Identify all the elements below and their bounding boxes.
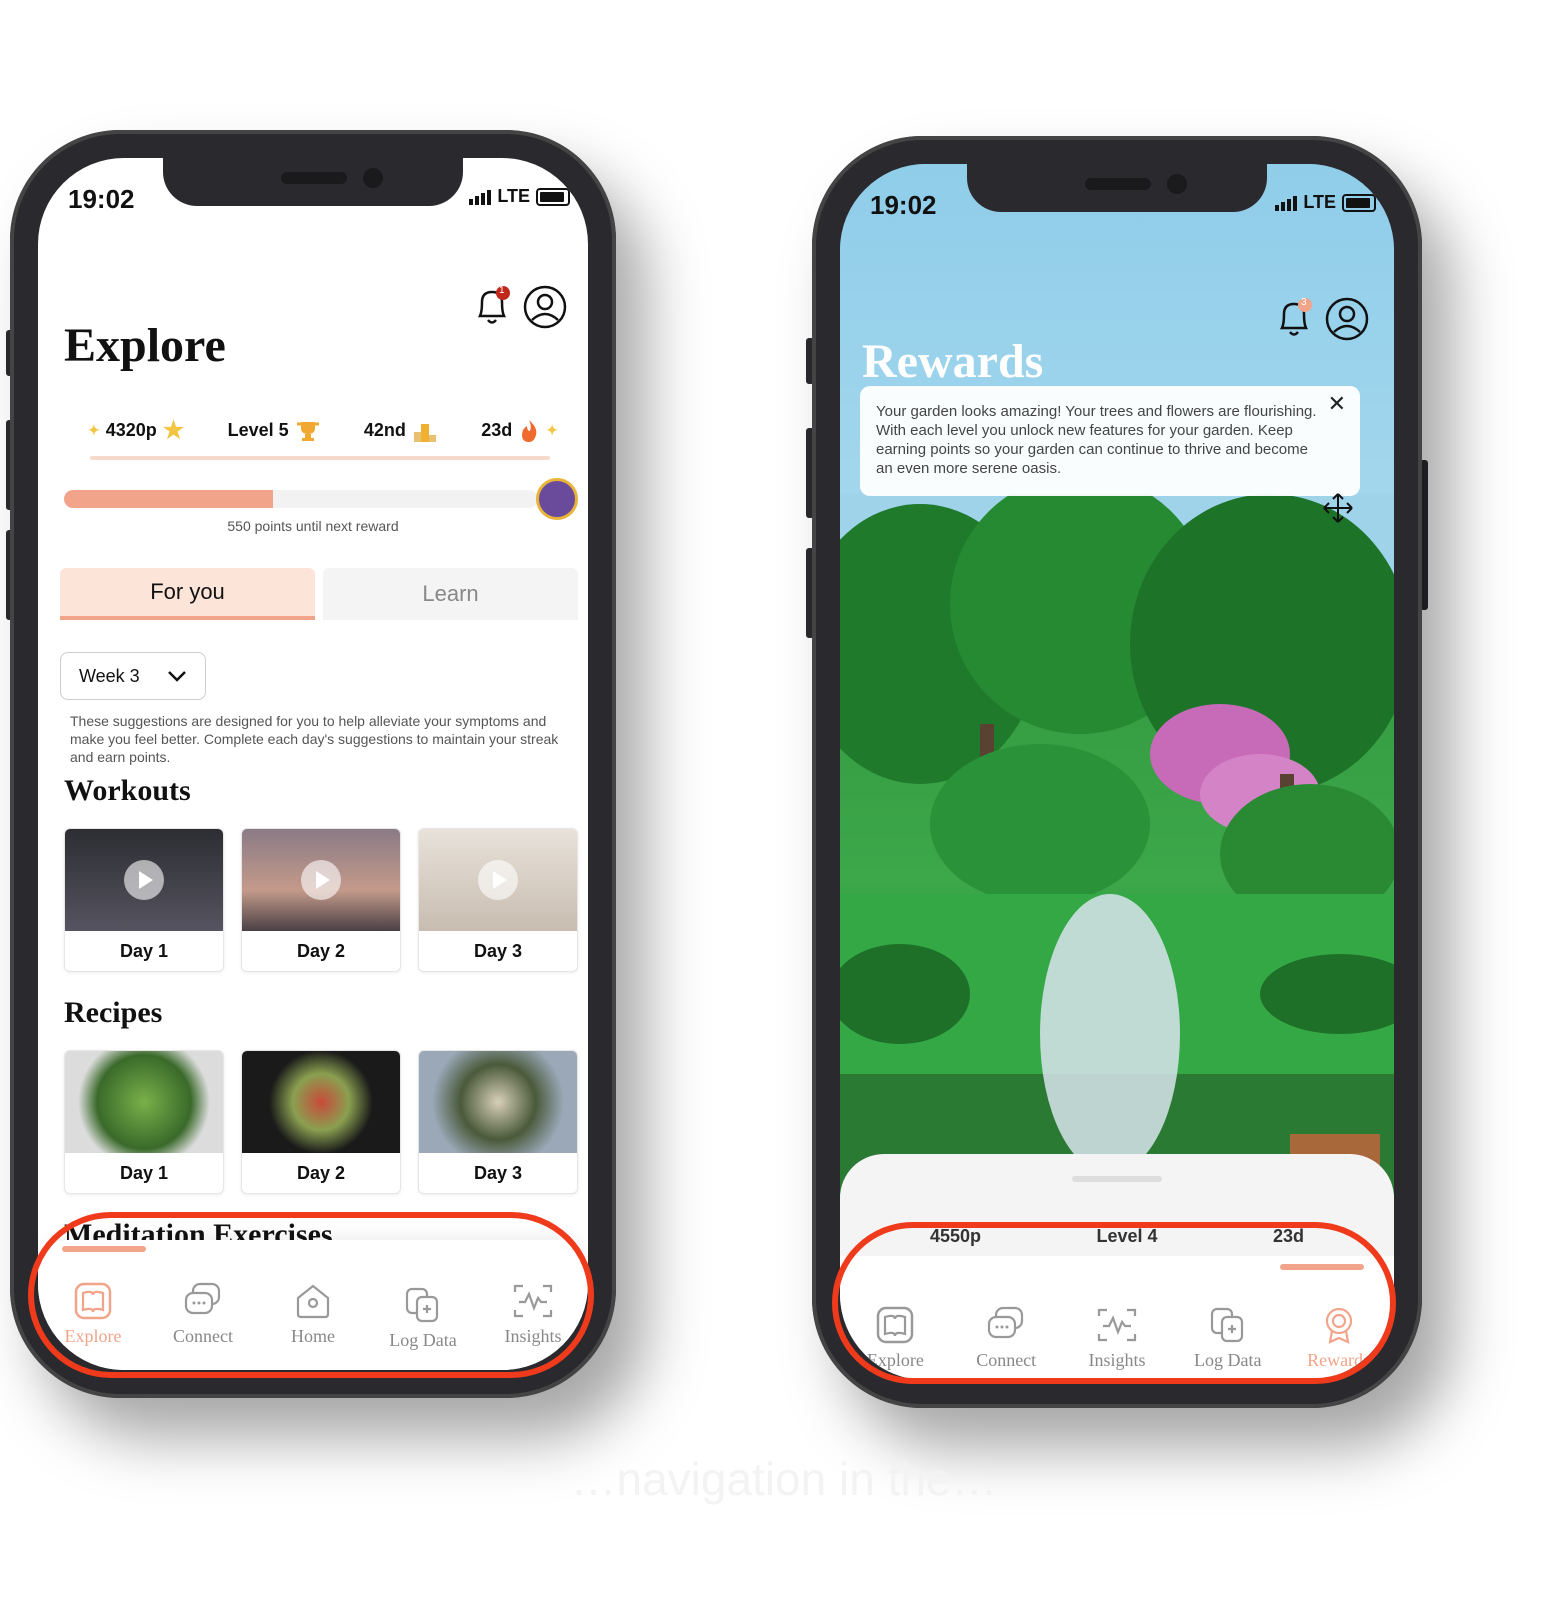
- flame-icon: [522, 419, 537, 442]
- page-title: Explore: [64, 319, 226, 372]
- tab-learn[interactable]: Learn: [323, 568, 578, 620]
- profile-icon[interactable]: [1324, 296, 1370, 342]
- garden-scene: [840, 494, 1394, 1194]
- garden-illustration: [840, 494, 1394, 1194]
- workout-card[interactable]: Day 1: [64, 828, 224, 972]
- move-icon[interactable]: [1322, 492, 1354, 524]
- card-label: Day 2: [296, 1162, 346, 1183]
- progress-label: 550 points until next reward: [227, 518, 399, 534]
- card-label: Day 1: [119, 1162, 169, 1183]
- right-phone-frame: 19:02 LTE 3 Rewards Your garden looks am…: [812, 136, 1422, 1408]
- reward-progress-bar: [64, 490, 538, 508]
- tab-for-you[interactable]: For you: [60, 568, 315, 620]
- network-label: LTE: [1303, 192, 1336, 212]
- drag-handle[interactable]: [1072, 1176, 1162, 1182]
- week-select[interactable]: Week 3: [60, 652, 206, 700]
- workout-card[interactable]: Day 2: [241, 828, 401, 972]
- recipe-thumbnail: [419, 1051, 577, 1153]
- recipe-card[interactable]: Day 2: [241, 1050, 401, 1194]
- podium-icon: [413, 423, 436, 442]
- trophy-icon: [296, 421, 319, 441]
- suggestions-description: These suggestions are designed for you t…: [70, 713, 559, 765]
- level-stat: Level 5: [228, 420, 321, 442]
- sparkle-icon: ✦: [546, 422, 558, 438]
- battery-icon: [1342, 193, 1376, 212]
- rewards-screen: 19:02 LTE 3 Rewards Your garden looks am…: [840, 164, 1394, 1380]
- rank-stat: 42nd: [364, 418, 438, 444]
- chevron-down-icon: [168, 671, 186, 682]
- play-icon[interactable]: [478, 860, 518, 900]
- workout-thumbnail: [65, 829, 223, 931]
- progress-fill: [64, 490, 273, 508]
- reward-medal-icon: [536, 478, 578, 520]
- battery-icon: [536, 187, 570, 206]
- card-label: Day 1: [119, 940, 169, 961]
- card-label: Day 2: [296, 940, 346, 961]
- recipe-thumbnail: [65, 1051, 223, 1153]
- notch: [163, 158, 463, 206]
- recipe-card[interactable]: Day 1: [64, 1050, 224, 1194]
- workout-thumbnail: [419, 829, 577, 931]
- status-time: 19:02: [68, 184, 135, 214]
- left-phone-frame: 19:02 LTE 1 Explore ✦ 4320p ★ Level 5 42nd…: [10, 130, 616, 1398]
- workouts-cards: Day 1 Day 2 Day 3: [64, 828, 578, 972]
- status-bar-right: LTE: [469, 186, 570, 207]
- stats-divider: [90, 456, 550, 460]
- highlight-oval: [28, 1212, 594, 1378]
- card-label: Day 3: [473, 1162, 523, 1183]
- close-icon[interactable]: ✕: [1328, 393, 1346, 415]
- recipes-heading: Recipes: [64, 996, 163, 1029]
- workouts-heading: Workouts: [64, 774, 191, 807]
- recipes-cards: Day 1 Day 2 Day 3: [64, 1050, 578, 1194]
- workout-thumbnail: [242, 829, 400, 931]
- week-select-value: Week 3: [79, 665, 140, 686]
- card-label: Day 3: [473, 940, 523, 961]
- notch: [967, 164, 1267, 212]
- signal-icon: [469, 189, 492, 205]
- notification-bell-icon[interactable]: 3: [1274, 296, 1314, 340]
- notification-count: 1: [499, 285, 505, 296]
- points-stat: ✦ 4320p ★: [88, 417, 185, 444]
- network-label: LTE: [497, 186, 530, 206]
- recipe-card[interactable]: Day 3: [418, 1050, 578, 1194]
- notification-count: 3: [1301, 297, 1307, 308]
- stats-bar: ✦ 4320p ★ Level 5 42nd 23d ✦: [88, 416, 558, 445]
- workout-card[interactable]: Day 3: [418, 828, 578, 972]
- recipe-thumbnail: [242, 1051, 400, 1153]
- streak-stat: 23d ✦: [481, 418, 558, 444]
- sparkle-icon: ✦: [88, 422, 100, 438]
- highlight-oval: [832, 1222, 1396, 1384]
- star-icon: ★: [162, 417, 185, 444]
- status-time: 19:02: [870, 190, 937, 220]
- popup-text: Your garden looks amazing! Your trees an…: [876, 403, 1317, 477]
- caption-text: …navigation in the…: [570, 1453, 998, 1505]
- notification-bell-icon[interactable]: 1: [472, 284, 512, 328]
- explore-screen: 19:02 LTE 1 Explore ✦ 4320p ★ Level 5 42nd…: [38, 158, 588, 1370]
- tab-bar: For you Learn: [60, 568, 578, 620]
- garden-message-popup: Your garden looks amazing! Your trees an…: [860, 386, 1360, 496]
- status-bar-right: LTE: [1275, 192, 1376, 213]
- profile-icon[interactable]: [522, 284, 568, 330]
- signal-icon: [1275, 195, 1298, 211]
- play-icon[interactable]: [124, 860, 164, 900]
- page-title: Rewards: [862, 335, 1044, 388]
- play-icon[interactable]: [301, 860, 341, 900]
